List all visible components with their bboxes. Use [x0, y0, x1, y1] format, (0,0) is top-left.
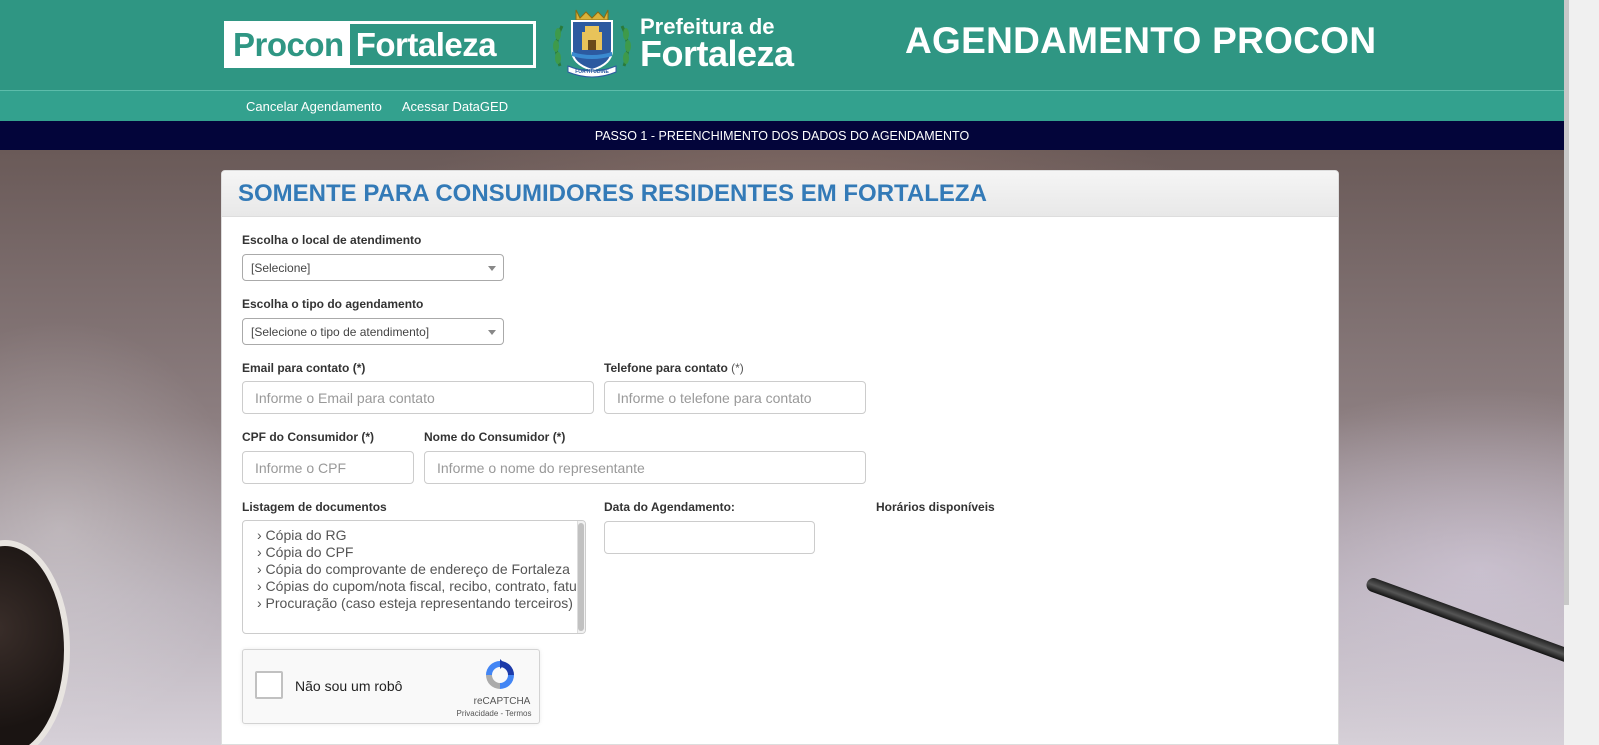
nome-input[interactable]: Informe o nome do representante — [424, 451, 866, 484]
procon-fortaleza-logo[interactable]: Procon Fortaleza — [224, 21, 536, 68]
nome-placeholder: Informe o nome do representante — [437, 459, 645, 476]
cpf-label-text: CPF do Consumidor — [242, 430, 358, 444]
email-input[interactable]: Informe o Email para contato — [242, 381, 594, 414]
nome-required-mark: (*) — [552, 430, 566, 444]
documentos-scrollbar[interactable] — [577, 521, 585, 633]
recaptcha-privacy-link[interactable]: Privacidade — [456, 709, 498, 718]
form-card: SOMENTE PARA CONSUMIDORES RESIDENTES EM … — [221, 170, 1339, 745]
step-label: PASSO 1 - PREENCHIMENTO DOS DADOS DO AGE… — [594, 128, 970, 143]
documentos-label: Listagem de documentos — [242, 500, 387, 514]
page-scrollbar[interactable] — [1564, 0, 1599, 745]
nav-cancelar-agendamento[interactable]: Cancelar Agendamento — [246, 99, 382, 114]
list-item: › Cópia do CPF — [257, 544, 354, 560]
list-item: › Cópia do comprovante de endereço de Fo… — [257, 561, 570, 577]
telefone-label: Telefone para contato (*) — [604, 361, 744, 375]
local-label: Escolha o local de atendimento — [242, 233, 422, 247]
cpf-label: CPF do Consumidor (*) — [242, 430, 374, 444]
data-input[interactable] — [604, 521, 815, 554]
form-card-header: SOMENTE PARA CONSUMIDORES RESIDENTES EM … — [222, 171, 1338, 217]
fortaleza-crest-icon: FORTITUDINE — [553, 9, 631, 78]
step-bar: PASSO 1 - PREENCHIMENTO DOS DADOS DO AGE… — [0, 121, 1564, 150]
data-label: Data do Agendamento: — [604, 500, 735, 514]
nome-label: Nome do Consumidor (*) — [424, 430, 565, 444]
site-header: Procon Fortaleza FORTITUDINE Prefeitura … — [0, 0, 1564, 90]
recaptcha-checkbox[interactable] — [255, 671, 283, 699]
tipo-label: Escolha o tipo do agendamento — [242, 297, 424, 311]
app-title: AGENDAMENTO PROCON — [905, 20, 1377, 61]
telefone-label-text: Telefone para contato — [604, 361, 728, 375]
recaptcha-terms-link[interactable]: Termos — [505, 709, 531, 718]
cpf-placeholder: Informe o CPF — [255, 459, 347, 476]
recaptcha-icon — [486, 659, 514, 689]
documentos-textarea[interactable]: › Cópia do RG › Cópia do CPF › Cópia do … — [242, 520, 586, 634]
chevron-down-icon — [488, 330, 496, 335]
recaptcha-brand: reCAPTCHA — [473, 696, 531, 707]
crest-motto: FORTITUDINE — [575, 69, 609, 75]
telefone-input[interactable]: Informe o telefone para contato — [604, 381, 866, 414]
chevron-down-icon — [488, 266, 496, 271]
cpf-required-mark: (*) — [361, 430, 375, 444]
local-select-value: [Selecione] — [251, 260, 311, 275]
prefeitura-line2: Fortaleza — [640, 33, 794, 74]
logo-procon-text: Procon — [227, 24, 350, 65]
cpf-input[interactable]: Informe o CPF — [242, 451, 414, 484]
recaptcha-links: Privacidade - Termos — [449, 709, 539, 718]
documentos-scrollbar-thumb[interactable] — [578, 523, 584, 631]
telefone-required-mark: (*) — [731, 361, 744, 375]
prefeitura-logo[interactable]: Prefeitura de Fortaleza — [640, 16, 794, 72]
top-nav: Cancelar Agendamento Acessar DataGED — [0, 90, 1564, 121]
local-select[interactable]: [Selecione] — [242, 254, 504, 281]
recaptcha-label: Não sou um robô — [295, 678, 403, 694]
page-scrollbar-thumb[interactable] — [1564, 0, 1569, 605]
horarios-label: Horários disponíveis — [876, 500, 995, 514]
email-required-mark: (*) — [352, 361, 366, 375]
email-placeholder: Informe o Email para contato — [255, 389, 435, 406]
tipo-select[interactable]: [Selecione o tipo de atendimento] — [242, 318, 504, 345]
telefone-placeholder: Informe o telefone para contato — [617, 389, 812, 406]
nav-acessar-dataged[interactable]: Acessar DataGED — [402, 99, 508, 114]
logo-fortaleza-text: Fortaleza — [355, 25, 497, 63]
email-label: Email para contato (*) — [242, 361, 365, 375]
list-item: › Procuração (caso esteja representando … — [257, 595, 573, 611]
tipo-select-value: [Selecione o tipo de atendimento] — [251, 324, 430, 339]
email-label-text: Email para contato — [242, 361, 350, 375]
list-item: › Cópias do cupom/nota fiscal, recibo, c… — [257, 578, 586, 594]
form-title: SOMENTE PARA CONSUMIDORES RESIDENTES EM … — [238, 179, 987, 207]
recaptcha-widget: Não sou um robô reCAPTCHA Privacidade - … — [242, 649, 540, 724]
list-item: › Cópia do RG — [257, 527, 347, 543]
nome-label-text: Nome do Consumidor — [424, 430, 550, 444]
